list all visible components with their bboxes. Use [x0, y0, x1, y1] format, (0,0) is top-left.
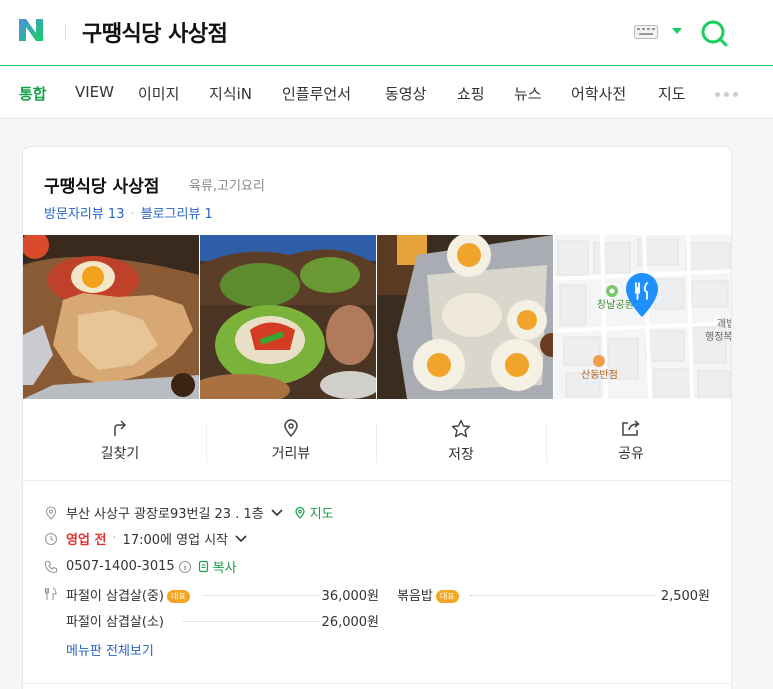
menu-leader: [203, 595, 320, 596]
signature-badge: 대표: [435, 590, 459, 603]
tab-images[interactable]: 이미지: [138, 83, 179, 104]
tab-news[interactable]: 뉴스: [514, 83, 542, 104]
menu-item-label: 볶음밥: [397, 589, 433, 604]
directions-icon: [114, 420, 127, 436]
chevron-down-icon[interactable]: [234, 534, 248, 544]
place-category: 육류,고기요리: [189, 179, 265, 194]
separator-dot: ·: [130, 207, 135, 222]
keyboard-dropdown-icon[interactable]: [672, 28, 682, 34]
tab-all[interactable]: 통합: [19, 83, 47, 104]
menu-item-name[interactable]: 파절이 삼겹살(소): [66, 611, 164, 630]
card-divider: [23, 683, 731, 684]
save-button[interactable]: 저장: [376, 419, 546, 464]
menu-item-name[interactable]: 파절이 삼겹살(중) 대표: [66, 585, 190, 604]
location-pin-icon: [45, 505, 57, 520]
naver-logo-icon[interactable]: [17, 17, 45, 43]
keyboard-icon[interactable]: [634, 25, 658, 39]
map-label-1: 괘법: [717, 318, 732, 330]
search-icon[interactable]: [699, 18, 729, 48]
copy-icon: [198, 560, 208, 573]
blog-reviews-link[interactable]: 블로그리뷰 1: [141, 207, 213, 222]
directions-button[interactable]: 길찾기: [35, 419, 205, 463]
menu-item-price: 36,000원: [321, 589, 379, 604]
phone-row: 0507-1400-3015 복사: [44, 557, 237, 576]
address-text: 부산 사상구 광장로93번길 23 . 1층: [66, 507, 264, 522]
search-query[interactable]: 구땡식당 사상점: [82, 16, 228, 48]
map-label-2: 행정복: [705, 331, 732, 343]
copy-button[interactable]: 복사: [213, 557, 237, 576]
business-status: 영업 전: [66, 533, 107, 548]
menu-leader: [183, 621, 320, 622]
tab-map[interactable]: 지도: [658, 83, 686, 104]
search-tabs: 통합 VIEW 이미지 지식iN 인플루언서 동영상 쇼핑 뉴스 어학사전 지도: [0, 67, 773, 119]
tab-shopping[interactable]: 쇼핑: [457, 83, 485, 104]
phone-number[interactable]: 0507-1400-3015: [66, 559, 175, 574]
info-icon[interactable]: [178, 560, 192, 574]
action-bar: 길찾기 거리뷰 저장 공유: [23, 399, 731, 481]
menu-item-price: 26,000원: [321, 615, 379, 630]
tab-knowledge-in[interactable]: 지식iN: [209, 83, 252, 104]
business-hours: 17:00에 영업 시작: [122, 533, 229, 548]
tab-video[interactable]: 동영상: [385, 83, 426, 104]
menu-leader: [470, 595, 656, 596]
review-links: 방문자리뷰 13 · 블로그리뷰 1: [44, 203, 213, 222]
menu-item-price: 2,500원: [660, 589, 710, 604]
menu-icon: [44, 587, 57, 600]
address-row: 부산 사상구 광장로93번길 23 . 1층 지도: [44, 503, 334, 522]
map-pin-icon: [295, 506, 305, 519]
chevron-down-icon[interactable]: [270, 508, 284, 518]
map-label-park: 창날공원: [597, 299, 634, 311]
search-header: 구땡식당 사상점: [0, 0, 773, 66]
street-view-button[interactable]: 거리뷰: [206, 419, 376, 463]
location-pin-icon: [284, 419, 298, 437]
share-button[interactable]: 공유: [546, 419, 716, 463]
tab-influencer[interactable]: 인플루언서: [282, 83, 351, 104]
menu-item-label: 파절이 삼겹살(소): [66, 615, 164, 630]
food-photo-2[interactable]: [200, 235, 376, 399]
phone-icon: [44, 560, 58, 573]
place-name[interactable]: 구땡식당 사상점: [44, 172, 159, 197]
map-preview[interactable]: 창날공원 산동반점 괘법 행정복: [554, 235, 732, 399]
food-photo-1[interactable]: [23, 235, 199, 399]
signature-badge: 대표: [167, 590, 190, 603]
share-icon: [622, 420, 640, 436]
menu-item-label: 파절이 삼겹살(중): [66, 589, 164, 604]
separator-dot: ·: [112, 531, 117, 546]
tab-view[interactable]: VIEW: [75, 83, 114, 101]
header-divider: [65, 23, 66, 41]
place-card: 구땡식당 사상점 육류,고기요리 방문자리뷰 13 · 블로그리뷰 1 창날공원…: [22, 146, 732, 689]
view-full-menu-link[interactable]: 메뉴판 전체보기: [66, 640, 154, 659]
map-label-restaurant: 산동반점: [581, 369, 618, 381]
menu-item-name[interactable]: 볶음밥 대표: [397, 585, 459, 604]
star-icon: [451, 419, 471, 438]
visitor-reviews-link[interactable]: 방문자리뷰 13: [44, 207, 124, 222]
tab-dictionary[interactable]: 어학사전: [571, 83, 626, 104]
food-photo-3[interactable]: [377, 235, 553, 399]
map-link[interactable]: 지도: [310, 503, 334, 522]
more-tabs-icon[interactable]: [715, 92, 739, 98]
photo-strip: 창날공원 산동반점 괘법 행정복: [23, 235, 732, 399]
clock-icon: [44, 532, 58, 545]
hours-row: 영업 전 · 17:00에 영업 시작: [44, 529, 248, 548]
